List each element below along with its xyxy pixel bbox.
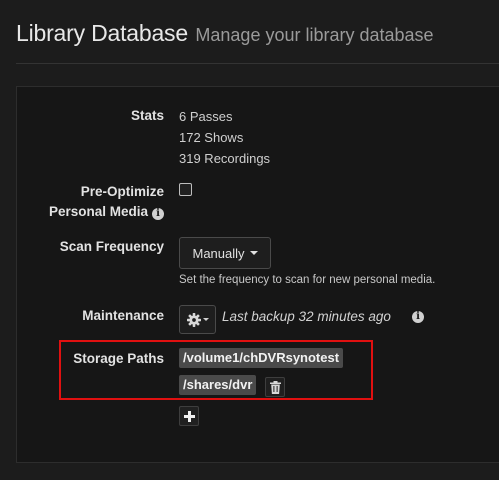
chevron-down-icon [249,251,258,255]
pre-optimize-checkbox[interactable] [179,183,192,196]
last-backup-text: Last backup 32 minutes ago [222,309,391,324]
header-divider [16,63,499,64]
library-database-page: Library Database Manage your library dat… [0,0,499,480]
chevron-down-icon [202,318,209,321]
stats-values: 6 Passes 172 Shows 319 Recordings [179,106,270,169]
scan-frequency-selected: Manually [192,245,245,261]
page-header: Library Database Manage your library dat… [16,20,434,47]
maintenance-label: Maintenance [82,308,164,323]
add-path-button[interactable] [179,406,199,426]
info-icon[interactable]: i [412,311,424,323]
storage-path-tag: /shares/dvr [179,375,257,395]
info-icon[interactable]: i [152,208,164,220]
stats-recordings: 319 Recordings [179,151,271,166]
pre-optimize-label: Pre-Optimize Personal Media i [49,182,164,222]
scan-frequency-label: Scan Frequency [59,239,164,254]
plus-icon [183,410,195,422]
gear-icon [186,312,201,327]
page-subtitle: Manage your library database [195,25,434,45]
trash-icon [269,380,281,394]
stats-shows: 172 Shows [179,130,244,145]
storage-paths-label: Storage Paths [73,351,164,366]
page-title: Library Database [16,20,188,46]
scan-frequency-help: Set the frequency to scan for new person… [179,274,436,286]
stats-label: Stats [130,108,164,123]
storage-path-tag: /volume1/chDVRsynotest [179,348,344,368]
maintenance-menu-button[interactable] [179,305,216,334]
scan-frequency-dropdown[interactable]: Manually [179,237,271,269]
stats-passes: 6 Passes [179,109,233,124]
pre-optimize-label-line1: Pre-Optimize [80,184,164,199]
pre-optimize-label-line2: Personal Media i [49,202,164,222]
delete-path-button[interactable] [265,377,285,397]
